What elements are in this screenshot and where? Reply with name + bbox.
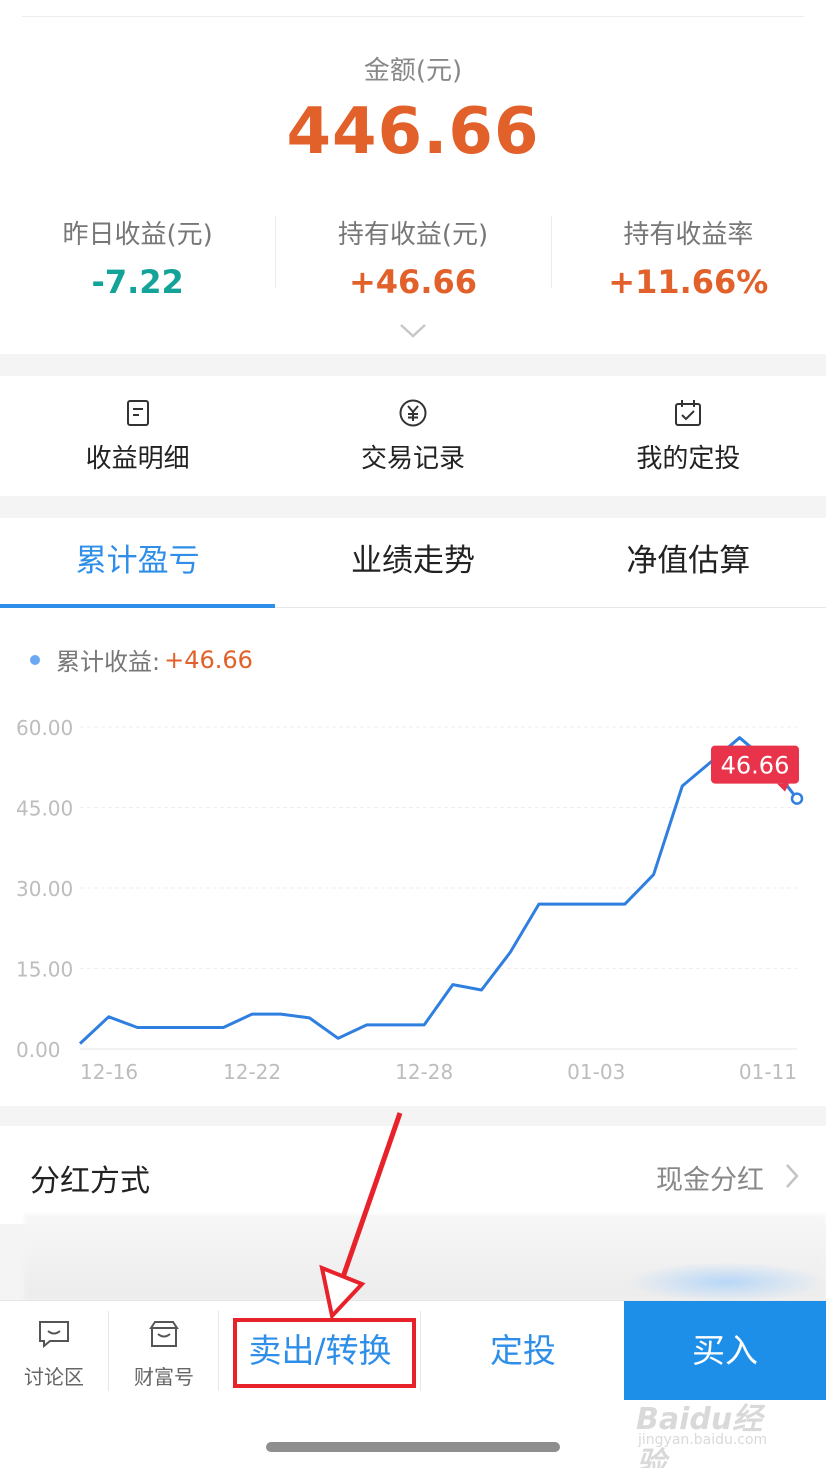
stat-value: +11.66% (608, 263, 769, 301)
x-tick-label: 12-22 (223, 1060, 281, 1084)
x-tick-label: 01-11 (739, 1060, 797, 1084)
quick-trade-records[interactable]: 交易记录 (275, 376, 550, 496)
y-tick-label: 0.00 (16, 1038, 61, 1062)
document-icon (126, 400, 149, 426)
stat-holding-rate: 持有收益率 +11.66% (550, 210, 826, 301)
tab-nav-estimate[interactable]: 净值估算 (551, 518, 826, 607)
divider (108, 1311, 109, 1391)
calendar-check-icon (675, 400, 702, 426)
x-tick-label: 12-16 (80, 1060, 138, 1084)
tab-performance-trend[interactable]: 业绩走势 (275, 518, 550, 607)
stat-label: 持有收益(元) (337, 220, 489, 250)
watermark-text: Baidu经验 (636, 1402, 763, 1468)
yuan-circle-icon (399, 399, 427, 427)
quick-my-fixed-investment[interactable]: 我的定投 (551, 376, 826, 496)
home-indicator[interactable] (266, 1442, 560, 1452)
dividend-value: 现金分红 (656, 1165, 764, 1196)
quick-label: 交易记录 (360, 444, 465, 474)
y-tick-label: 45.00 (16, 797, 73, 821)
stat-label: 持有收益率 (623, 220, 754, 250)
stat-holding-income: 持有收益(元) +46.66 (275, 210, 550, 301)
amount-label: 金额(元) (363, 56, 463, 86)
series-line-cumulative-income (78, 736, 799, 1045)
quick-actions: 收益明细 交易记录 我的定投 (0, 376, 826, 496)
stat-yesterday-income: 昨日收益(元) -7.22 (0, 210, 275, 301)
last-data-point (790, 792, 804, 805)
divider (22, 16, 804, 17)
baidu-watermark: Baidu经验 jingyan.baidu.com (636, 1380, 786, 1468)
cumulative-income-chart[interactable]: 0.00 15.00 30.00 45.00 60.00 12-16 12-22 12-28 0… (0, 608, 826, 1106)
y-tick-label: 30.00 (16, 877, 73, 901)
chart-panel: 累计收益: +46.66 0.00 15.00 30.00 45.00 60.00 12-… (0, 608, 826, 1106)
amount-value: 446.66 (286, 95, 540, 169)
stat-value: -7.22 (91, 263, 184, 301)
divider (218, 1311, 219, 1391)
last-value-label: 46.66 (721, 752, 790, 780)
watermark-subtext: jingyan.baidu.com (638, 1432, 768, 1448)
stats-row: 昨日收益(元) -7.22 持有收益(元) +46.66 持有收益率 +11.6… (0, 210, 826, 301)
x-tick-label: 01-03 (567, 1060, 625, 1084)
chevron-right-icon (786, 1164, 799, 1188)
divider (420, 1311, 421, 1391)
wealth-label: 财富号 (134, 1365, 194, 1389)
quick-income-detail[interactable]: 收益明细 (0, 376, 275, 496)
blurred-highlight (626, 1262, 826, 1302)
tab-cumulative-pnl[interactable]: 累计盈亏 (0, 518, 276, 608)
dividend-row[interactable]: 分红方式 现金分红 (0, 1126, 826, 1224)
stat-label: 昨日收益(元) (62, 220, 213, 250)
discussion-button[interactable]: 讨论区 (0, 1301, 108, 1401)
annotation-highlight-box (233, 1318, 416, 1388)
x-tick-label: 12-28 (395, 1060, 453, 1084)
fixed-investment-button[interactable]: 定投 (422, 1301, 624, 1401)
quick-label: 收益明细 (85, 444, 190, 474)
chat-bubble-icon (39, 1321, 69, 1349)
storefront-icon (149, 1321, 179, 1347)
wealth-button[interactable]: 财富号 (110, 1301, 218, 1401)
stat-value: +46.66 (348, 263, 477, 301)
chevron-down-icon[interactable] (399, 322, 427, 340)
y-tick-label: 15.00 (16, 958, 73, 982)
dividend-label: 分红方式 (30, 1164, 150, 1199)
y-tick-label: 60.00 (16, 716, 73, 740)
chart-tabs: 累计盈亏 业绩走势 净值估算 (0, 518, 826, 608)
discussion-label: 讨论区 (24, 1365, 84, 1389)
quick-label: 我的定投 (636, 444, 741, 474)
holding-summary: 金额(元) 446.66 昨日收益(元) -7.22 持有收益(元) +46.6… (0, 0, 826, 354)
